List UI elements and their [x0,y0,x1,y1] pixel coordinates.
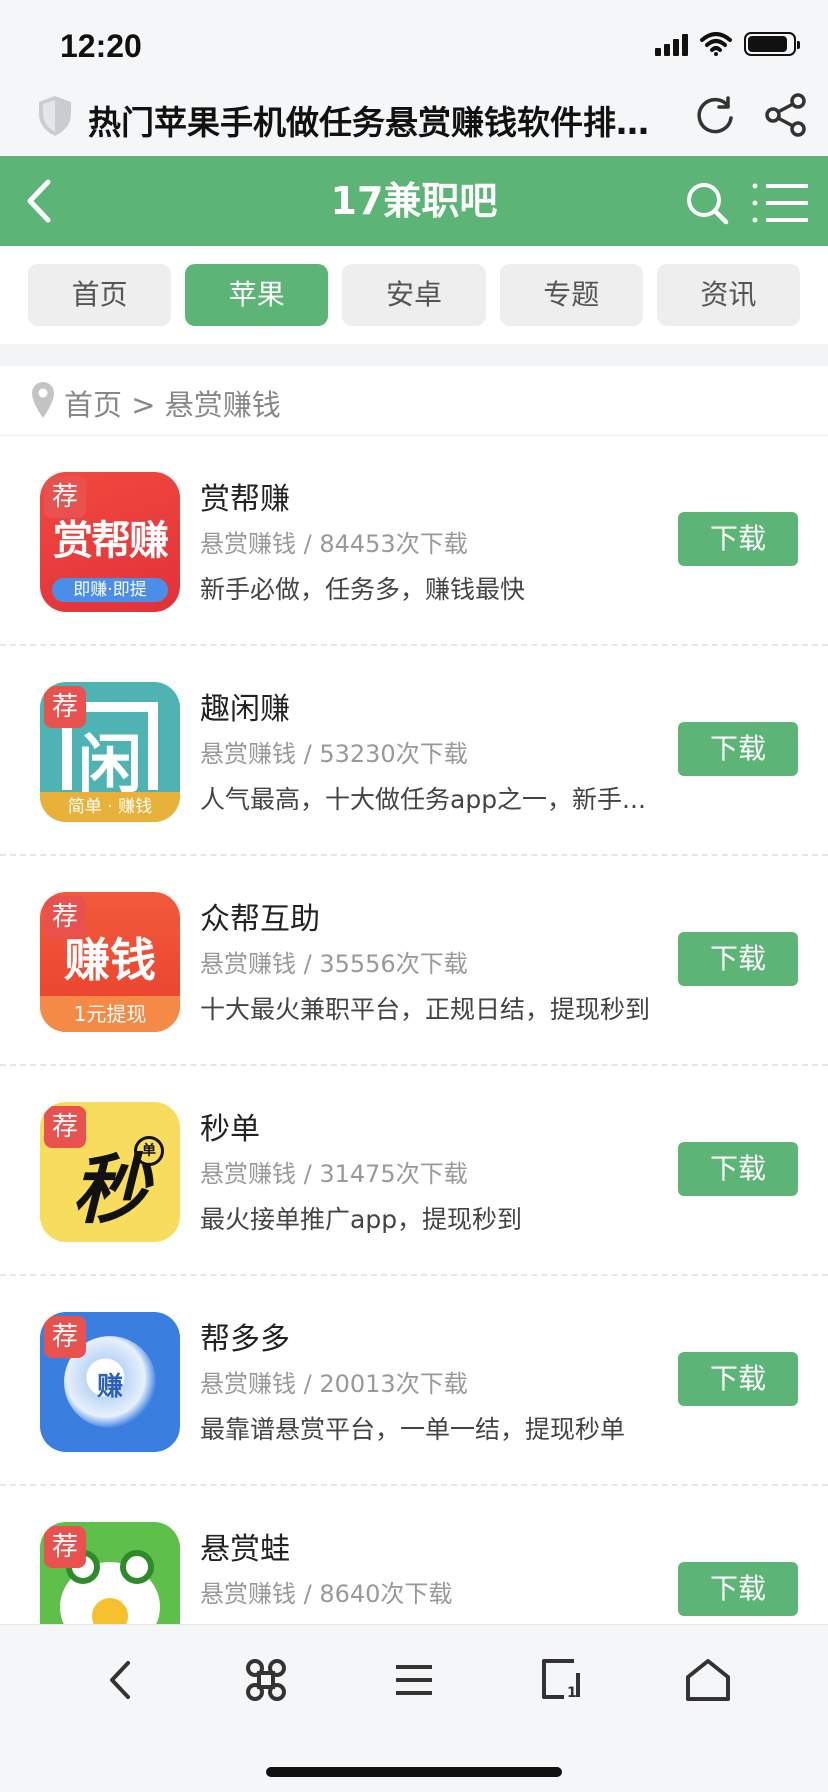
app-name[interactable]: 悬赏蛙 [200,1524,290,1568]
app-name[interactable]: 赏帮赚 [200,474,290,518]
location-pin-icon [32,382,54,418]
tabs-icon[interactable]: 1 [538,1655,584,1705]
app-description: 十大最火兼职平台，正规日结，提现秒到 [200,995,651,1024]
home-indicator[interactable] [266,1767,562,1777]
icon-subtext: 1元提现 [40,996,180,1032]
app-name[interactable]: 众帮互助 [200,894,320,938]
app-description: 最火接单推广app，提现秒到 [200,1205,523,1234]
recommend-badge: 荐 [44,686,86,728]
app-icon-quxianzhuan[interactable]: 荐 闲 简单 · 赚钱 [40,682,180,822]
share-icon[interactable] [764,92,808,138]
list-item[interactable]: 荐 赏帮赚 即赚·即提 赏帮赚 悬赏赚钱 / 84453次下载 新手必做，任务多… [0,436,828,646]
svg-text:1: 1 [567,1685,577,1701]
reload-icon[interactable] [692,92,738,138]
app-meta: 悬赏赚钱 / 35556次下载 [200,950,468,978]
shield-icon [39,96,71,136]
recommend-badge: 荐 [44,476,86,518]
menu-list-icon[interactable] [394,1655,434,1705]
app-name[interactable]: 趣闲赚 [200,684,290,728]
icon-subtext: 单 [134,1136,164,1166]
tab-news[interactable]: 资讯 [656,264,801,326]
app-meta: 悬赏赚钱 / 20013次下载 [200,1370,468,1398]
status-time: 12:20 [60,28,142,64]
app-meta: 悬赏赚钱 / 8640次下载 [200,1580,453,1608]
wifi-icon [700,32,732,56]
app-name[interactable]: 帮多多 [200,1314,290,1358]
app-list: 荐 赏帮赚 即赚·即提 赏帮赚 悬赏赚钱 / 84453次下载 新手必做，任务多… [0,436,828,1696]
site-header: 17兼职吧 [0,156,828,246]
app-meta: 悬赏赚钱 / 84453次下载 [200,530,468,558]
breadcrumb-text[interactable]: 首页 > 悬赏赚钱 [64,382,281,424]
frog-eye-right [120,1550,154,1584]
list-item[interactable]: 荐 赚 帮多多 悬赏赚钱 / 20013次下载 最靠谱悬赏平台，一单一结，提现秒… [0,1276,828,1486]
status-bar: 12:20 [0,0,828,78]
download-button[interactable]: 下载 [678,1142,798,1196]
app-meta: 悬赏赚钱 / 31475次下载 [200,1160,468,1188]
recommend-badge: 荐 [44,896,86,938]
home-icon[interactable] [684,1655,732,1705]
breadcrumb: 首页 > 悬赏赚钱 [0,366,828,436]
app-description: 最靠谱悬赏平台，一单一结，提现秒单 [200,1415,626,1444]
address-bar[interactable]: 热门苹果手机做任务悬赏赚钱软件排行... [0,78,828,156]
browser-toolbar: 1 [0,1624,828,1792]
menu-icon[interactable] [752,180,810,226]
icon-text: 赚 [96,1372,123,1402]
apps-icon[interactable] [242,1655,290,1705]
list-item[interactable]: 荐 秒 单 秒单 悬赏赚钱 / 31475次下载 最火接单推广app，提现秒到 … [0,1066,828,1276]
tab-topics[interactable]: 专题 [499,264,643,326]
app-description: 人气最高，十大做任务app之一，新手... [200,785,646,814]
app-name[interactable]: 秒单 [200,1104,260,1148]
tab-apple[interactable]: 苹果 [185,264,329,326]
list-item[interactable]: 荐 赚钱 1元提现 众帮互助 悬赏赚钱 / 35556次下载 十大最火兼职平台，… [0,856,828,1066]
app-description: 新手必做，任务多，赚钱最快 [200,575,526,604]
app-icon-shangbangzhuan[interactable]: 荐 赏帮赚 即赚·即提 [40,472,180,612]
app-icon-zhongbanghuzhu[interactable]: 荐 赚钱 1元提现 [40,892,180,1032]
app-meta: 悬赏赚钱 / 53230次下载 [200,740,468,768]
signal-icon [655,32,688,56]
icon-subtext: 即赚·即提 [52,578,168,602]
search-icon[interactable] [684,180,730,226]
icon-subtext: 简单 · 赚钱 [40,792,180,822]
back-arrow-icon[interactable] [20,176,60,226]
battery-icon [744,32,800,56]
download-button[interactable]: 下载 [678,1562,798,1616]
recommend-badge: 荐 [44,1526,86,1568]
app-icon-bangduoduo[interactable]: 荐 赚 [40,1312,180,1452]
app-icon-miaodan[interactable]: 荐 秒 单 [40,1102,180,1242]
download-button[interactable]: 下载 [678,932,798,986]
status-icons [655,32,800,56]
recommend-badge: 荐 [44,1106,86,1148]
section-divider [0,344,828,366]
back-icon[interactable] [100,1655,140,1705]
download-button[interactable]: 下载 [678,512,798,566]
download-button[interactable]: 下载 [678,722,798,776]
page-title[interactable]: 热门苹果手机做任务悬赏赚钱软件排行... [88,96,678,144]
list-item[interactable]: 荐 闲 简单 · 赚钱 趣闲赚 悬赏赚钱 / 53230次下载 人气最高，十大做… [0,646,828,856]
tab-android[interactable]: 安卓 [342,264,486,326]
download-button[interactable]: 下载 [678,1352,798,1406]
recommend-badge: 荐 [44,1316,86,1358]
category-tabs: 首页 苹果 安卓 专题 资讯 [28,264,801,326]
tab-home[interactable]: 首页 [28,264,172,326]
